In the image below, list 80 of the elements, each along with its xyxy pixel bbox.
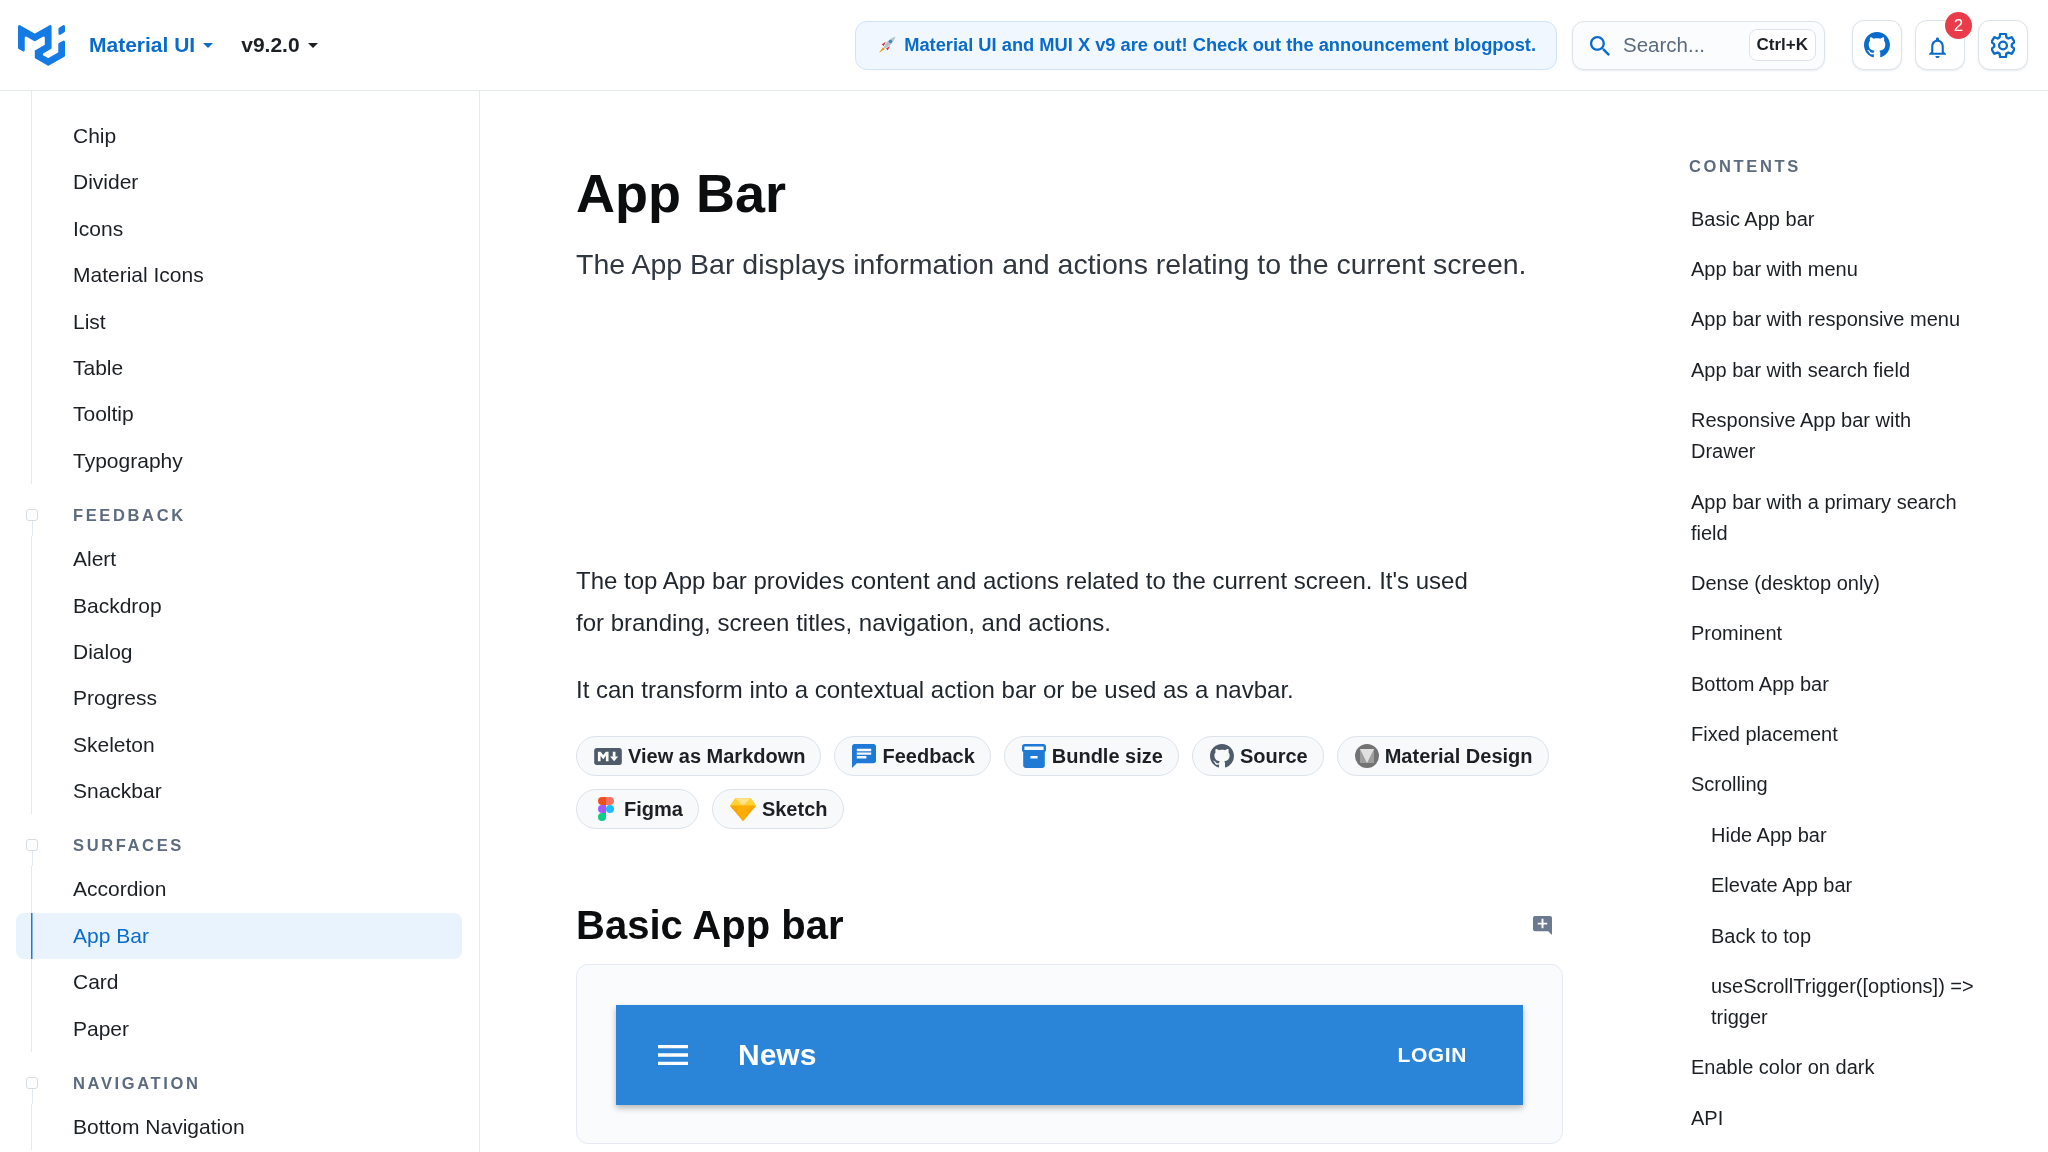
github-icon xyxy=(1209,744,1234,768)
menu-icon[interactable] xyxy=(658,1045,688,1065)
resource-link[interactable]: Feedback xyxy=(834,736,991,776)
toc-link[interactable]: App bar with a primary search field xyxy=(1689,476,1971,559)
section-marker-icon xyxy=(25,839,38,852)
toc-link[interactable]: Enable color on dark xyxy=(1689,1042,1971,1093)
nav-item[interactable]: Paper xyxy=(16,1005,462,1053)
nav-item[interactable]: Progress xyxy=(16,675,462,722)
keyboard-shortcut: Ctrl+K xyxy=(1748,28,1816,61)
nav-section-title: SURFACES xyxy=(73,835,184,856)
section-marker-icon xyxy=(25,1077,38,1090)
notification-count-badge: 2 xyxy=(1945,12,1972,39)
version-menu-button[interactable]: v9.2.0 xyxy=(235,27,324,63)
resource-link[interactable]: View as Markdown xyxy=(576,736,822,776)
nav-item[interactable]: Table xyxy=(16,344,462,392)
logo-icon[interactable] xyxy=(18,24,65,66)
nav-section-title: FEEDBACK xyxy=(73,505,186,526)
toc-link[interactable]: API xyxy=(1689,1093,1971,1144)
login-button[interactable]: LOGIN xyxy=(1381,1033,1483,1077)
markdown-icon xyxy=(594,747,622,765)
nav-item[interactable]: Backdrop xyxy=(16,582,462,629)
nav-item[interactable]: Divider xyxy=(16,159,462,206)
box-icon xyxy=(1021,744,1046,768)
nav-section-title: NAVIGATION xyxy=(73,1073,201,1094)
toc-link[interactable]: Dense (desktop only) xyxy=(1689,558,1971,609)
nav-item[interactable]: Typography xyxy=(16,437,462,485)
nav-item[interactable]: Skeleton xyxy=(16,721,462,769)
announcement-link[interactable]: Material UI and MUI X v9 are out! Check out the announcement blogpost. xyxy=(855,20,1557,70)
toc-link[interactable]: Back to top xyxy=(1689,910,1986,962)
github-icon xyxy=(1864,32,1890,58)
comment-icon xyxy=(852,744,877,768)
comment-plus-icon[interactable] xyxy=(1533,915,1552,935)
nav-item[interactable]: Alert xyxy=(16,536,462,583)
product-menu-button[interactable]: Material UI xyxy=(83,27,220,63)
nav-item[interactable]: Chip xyxy=(16,113,462,160)
toc-link[interactable]: Basic App bar xyxy=(1689,194,1971,245)
resource-link[interactable]: Sketch xyxy=(711,789,844,829)
rocket-icon xyxy=(878,36,897,54)
toc-link[interactable]: App bar with search field xyxy=(1689,345,1971,396)
toc-link[interactable]: useScrollTrigger([options]) => trigger xyxy=(1689,961,1986,1043)
section-heading: Basic App bar xyxy=(576,902,844,949)
nav-item[interactable]: Card xyxy=(16,959,462,1006)
github-button[interactable] xyxy=(1852,20,1902,70)
caret-icon xyxy=(203,42,214,48)
settings-button[interactable] xyxy=(1978,20,2028,70)
body-text: The top App bar provides content and actions related to the current screen. It's used for branding, screen titles, navigation, and actions. xyxy=(576,566,1469,638)
toc-link[interactable]: Scrolling xyxy=(1689,759,1971,811)
nav-item[interactable]: Accordion xyxy=(16,866,462,913)
resource-link[interactable]: Bundle size xyxy=(1003,736,1179,776)
nav-item[interactable]: Tooltip xyxy=(16,391,462,438)
app-bar-title: News xyxy=(738,1038,817,1072)
toc-link[interactable]: App bar with responsive menu xyxy=(1689,294,1971,346)
nav-item[interactable]: Dialog xyxy=(16,628,462,676)
toc-link[interactable]: App bar with menu xyxy=(1689,244,1971,295)
toc-link[interactable]: Hide App bar xyxy=(1689,810,1986,861)
section-marker-icon xyxy=(25,509,38,522)
nav-item[interactable]: Bottom Navigation xyxy=(16,1104,462,1151)
toc-link[interactable]: Fixed placement xyxy=(1689,709,1971,760)
toc-link[interactable]: Elevate App bar xyxy=(1689,860,1986,911)
resource-link[interactable]: Material Design xyxy=(1336,736,1549,776)
diamond-icon xyxy=(729,797,756,821)
toc-link[interactable]: Bottom App bar xyxy=(1689,659,1971,710)
toc-link[interactable]: Prominent xyxy=(1689,608,1971,659)
caret-icon xyxy=(307,42,318,48)
nav-item[interactable]: App Bar xyxy=(16,912,462,960)
nav-item[interactable]: Snackbar xyxy=(16,768,462,815)
nav-item[interactable]: Icons xyxy=(16,205,462,253)
toc-link[interactable]: Responsive App bar with Drawer xyxy=(1689,395,1971,477)
bell-icon xyxy=(1928,36,1946,58)
page-description: The App Bar displays information and actions relating to the current screen. xyxy=(576,247,1527,282)
resource-link[interactable]: Source xyxy=(1191,736,1324,776)
page-title: App Bar xyxy=(576,162,786,225)
nav-item[interactable]: List xyxy=(16,298,462,345)
search-icon xyxy=(1590,35,1610,56)
figma-icon xyxy=(598,797,614,821)
settings-icon xyxy=(1991,32,2015,58)
resource-link[interactable]: Figma xyxy=(576,789,699,829)
nav-item[interactable]: Material Icons xyxy=(16,252,462,299)
contents-title: CONTENTS xyxy=(1689,156,1801,177)
body-text: It can transform into a contextual action bar or be used as a navbar. xyxy=(576,675,1295,705)
